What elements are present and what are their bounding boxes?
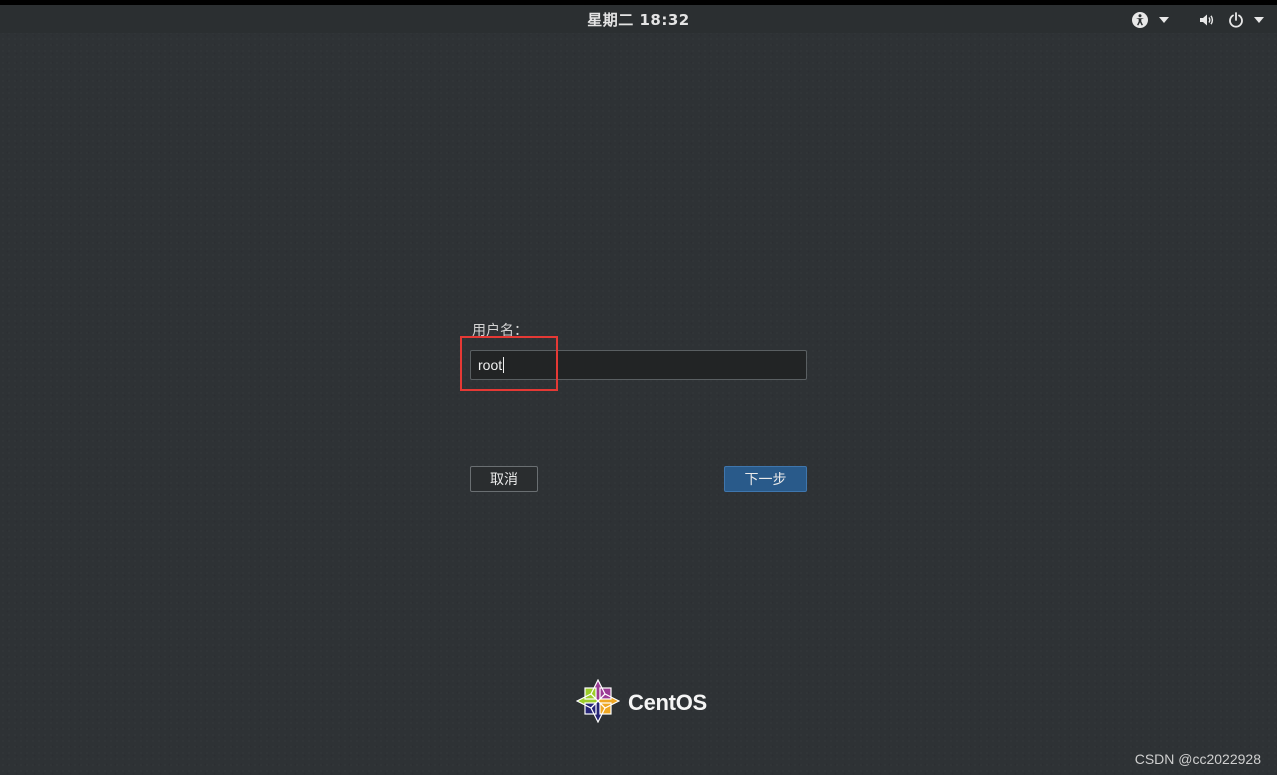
cancel-button[interactable]: 取消 (470, 466, 538, 492)
chevron-down-icon (1159, 17, 1169, 23)
system-menu[interactable] (1199, 11, 1264, 29)
next-button[interactable]: 下一步 (724, 466, 807, 492)
logo-text: CentOS (628, 690, 707, 715)
accessibility-icon (1131, 11, 1149, 29)
top-bar: 星期二 18:32 (0, 0, 1277, 33)
watermark: CSDN @cc2022928 (1134, 751, 1261, 767)
centos-logo: CentOS (575, 678, 707, 727)
chevron-down-icon (1254, 17, 1264, 23)
highlight-annotation (460, 336, 558, 391)
login-screen: 星期二 18:32 用户名： root 取消 下一步 CentOS CSDN @… (0, 0, 1277, 775)
volume-icon (1199, 12, 1215, 28)
power-icon (1228, 12, 1244, 28)
centos-emblem-icon (575, 678, 621, 727)
accessibility-menu[interactable] (1131, 11, 1169, 29)
clock[interactable]: 星期二 18:32 (0, 9, 1277, 30)
